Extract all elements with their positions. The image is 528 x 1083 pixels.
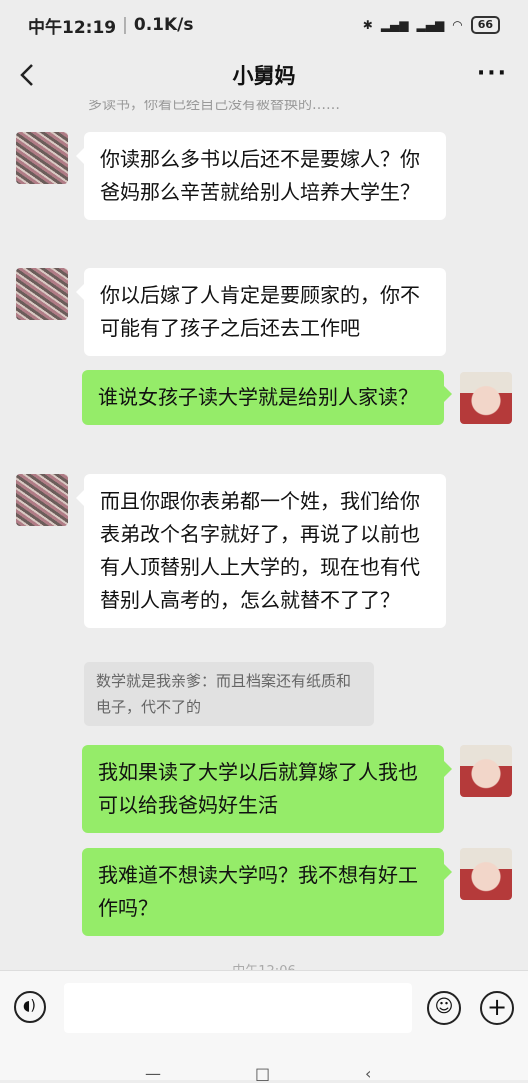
emoji-icon[interactable]: ☺ — [427, 991, 461, 1025]
message-bubble-sent[interactable]: 我难道不想读大学吗？我不想有好工作吗？ — [82, 848, 452, 936]
faded-previous-message: 多读书，你看已经自己没有被替换的…… — [88, 100, 340, 113]
chat-title: 小舅妈 — [232, 64, 296, 88]
chat-header: 小舅妈 ··· — [0, 50, 528, 100]
message-list[interactable]: 多读书，你看已经自己没有被替换的…… 你读那么多书以后还不是要嫁人？你爸妈那么辛… — [0, 100, 528, 970]
menu-nav-icon[interactable]: — — [145, 1064, 161, 1083]
my-avatar[interactable] — [460, 745, 512, 797]
contact-avatar[interactable] — [16, 132, 68, 184]
quoted-message[interactable]: 数学就是我亲爹：而且档案还有纸质和电子，代不了的 — [84, 662, 374, 726]
my-avatar[interactable] — [460, 372, 512, 424]
signal-icon-2: ▂▄▆ — [416, 18, 445, 32]
bluetooth-icon: ✱ — [362, 18, 373, 32]
network-speed: 0.1K/s — [133, 15, 194, 35]
message-bubble-received[interactable]: 你读那么多书以后还不是要嫁人？你爸妈那么辛苦就给别人培养大学生？ — [76, 132, 446, 220]
back-arrow-icon[interactable] — [14, 60, 44, 90]
message-timestamp: 中午12:06 — [0, 960, 528, 970]
status-time: 中午12:19 — [28, 17, 117, 38]
my-avatar[interactable] — [460, 848, 512, 900]
message-bubble-received[interactable]: 你以后嫁了人肯定是要顾家的，你不可能有了孩子之后还去工作吧 — [76, 268, 446, 356]
voice-input-icon[interactable]: ◖) — [14, 991, 46, 1023]
input-bar: ◖) ☺ + — [0, 970, 528, 1046]
contact-avatar[interactable] — [16, 268, 68, 320]
back-nav-icon[interactable]: ‹ — [365, 1064, 371, 1083]
signal-icon: ▂▄▆ — [380, 18, 409, 32]
contact-avatar[interactable] — [16, 474, 68, 526]
message-bubble-sent[interactable]: 谁说女孩子读大学就是给别人家读？ — [82, 370, 452, 425]
home-nav-icon[interactable]: □ — [255, 1064, 270, 1083]
message-bubble-sent[interactable]: 我如果读了大学以后就算嫁了人我也可以给我爸妈好生活 — [82, 745, 452, 833]
status-bar: 中午12:19 | 0.1K/s ✱ ▂▄▆ ▂▄▆ ◠ 66 — [0, 0, 528, 50]
more-options-icon[interactable]: ··· — [477, 61, 508, 86]
wifi-icon: ◠ — [452, 18, 463, 32]
battery-indicator: 66 — [470, 16, 500, 34]
add-attachment-icon[interactable]: + — [480, 991, 514, 1025]
message-input[interactable] — [64, 983, 412, 1033]
system-navigation-bar: — □ ‹ — [0, 1046, 528, 1083]
message-bubble-received[interactable]: 而且你跟你表弟都一个姓，我们给你表弟改个名字就好了，再说了以前也有人顶替别人上大… — [76, 474, 446, 628]
